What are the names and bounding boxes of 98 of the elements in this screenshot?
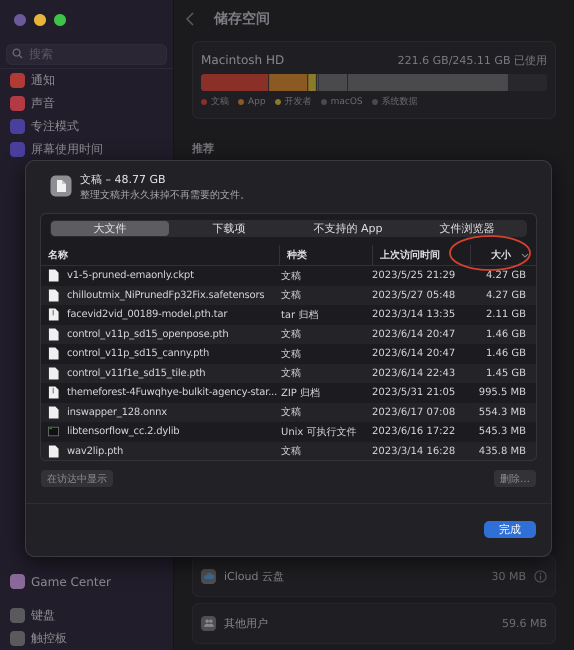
file-size: 545.3 MB — [478, 426, 526, 438]
file-size: 4.27 GB — [486, 270, 526, 282]
access-time: 2023/3/14 16:28 — [372, 446, 456, 457]
minimize-button[interactable] — [34, 14, 46, 26]
legend-label: 文稿 — [211, 96, 229, 108]
file-row[interactable]: control_v11f1e_sd15_tile.pth 文稿 2023/6/14 22:43 1.45 GB — [41, 364, 536, 383]
access-time: 2023/6/16 17:22 — [372, 426, 456, 438]
document-icon — [48, 347, 59, 360]
file-name: control_v11p_sd15_canny.pth — [67, 348, 210, 360]
legend-label: 系统数据 — [382, 96, 418, 108]
category-row[interactable]: iCloud 云盘 30 MB — [192, 555, 556, 597]
sidebar-item[interactable]: 专注模式 — [6, 115, 167, 138]
file-kind: Unix 可执行文件 — [281, 426, 357, 439]
column-header[interactable]: 种类 — [279, 245, 372, 265]
window-title: 储存空间 — [214, 10, 270, 28]
disk-name: Macintosh HD — [201, 53, 284, 68]
column-header[interactable]: 上次访问时间 — [372, 245, 470, 265]
file-size: 4.27 GB — [486, 290, 526, 301]
file-row[interactable]: chilloutmix_NiPrunedFp32Fix.safetensors 文稿 2023/5/27 05:48 4.27 GB — [41, 286, 536, 305]
back-icon[interactable] — [186, 12, 194, 26]
category-label: iCloud 云盘 — [224, 568, 285, 584]
file-kind: ZIP 归档 — [281, 386, 320, 400]
file-name: control_v11f1e_sd15_tile.pth — [67, 368, 206, 379]
file-row[interactable]: control_v11p_sd15_openpose.pth 文稿 2023/6/14 20:47 1.46 GB — [41, 324, 536, 344]
access-time: 2023/5/31 21:05 — [372, 387, 456, 398]
document-icon — [48, 406, 59, 419]
document-icon — [48, 366, 59, 380]
close-button[interactable] — [14, 14, 26, 26]
file-kind: tar 归档 — [281, 308, 318, 322]
access-time: 2023/6/17 07:08 — [372, 406, 456, 418]
sidebar-item[interactable]: 通知 — [6, 69, 167, 92]
column-header[interactable]: 名称 — [41, 245, 279, 265]
file-kind: 文稿 — [281, 270, 301, 283]
file-kind: 文稿 — [281, 328, 301, 342]
file-name: wav2lip.pth — [67, 446, 124, 457]
archive-icon — [48, 386, 59, 400]
legend-label: App — [248, 96, 266, 107]
file-kind: 文稿 — [281, 406, 301, 420]
search-icon — [12, 48, 23, 59]
legend-label: 开发者 — [284, 96, 312, 108]
file-size: 1.45 GB — [486, 368, 526, 379]
category-size: 30 MB — [491, 570, 526, 583]
file-size: 435.8 MB — [478, 446, 526, 457]
file-size: 995.5 MB — [478, 387, 526, 398]
dialog-title: 文稿 – 48.77 GB — [80, 172, 167, 187]
document-icon — [50, 175, 72, 197]
file-size: 1.46 GB — [486, 328, 526, 340]
section-heading: 推荐 — [192, 141, 215, 156]
chevron-icon — [521, 252, 529, 258]
file-kind: 文稿 — [281, 288, 301, 302]
usage-text: 221.6 GB/245.11 GB 已使用 — [398, 53, 547, 68]
access-time: 2023/5/27 05:48 — [372, 290, 456, 301]
access-time: 2023/5/25 21:29 — [372, 270, 456, 282]
access-time: 2023/6/14 20:47 — [372, 328, 456, 340]
file-kind: 文稿 — [281, 444, 301, 458]
category-row[interactable]: 其他用户 59.6 MB — [192, 602, 556, 644]
tab[interactable]: 不支持的 App — [289, 221, 407, 236]
file-name: chilloutmix_NiPrunedFp32Fix.safetensors — [67, 290, 264, 301]
file-name: v1-5-pruned-emaonly.ckpt — [67, 270, 194, 282]
info-icon[interactable] — [534, 570, 547, 583]
sidebar-item[interactable]: 屏幕使用时间 — [6, 138, 167, 161]
document-icon — [48, 444, 59, 458]
users-icon — [201, 616, 216, 631]
file-name: themeforest-4Fuwqhye-bulkit-agency-star... — [67, 387, 278, 398]
file-size: 1.46 GB — [486, 348, 526, 360]
sidebar-item[interactable]: 声音 — [6, 92, 167, 115]
archive-icon — [48, 308, 59, 322]
legend-label: macOS — [330, 96, 363, 107]
file-row[interactable]: wav2lip.pth 文稿 2023/3/14 16:28 435.8 MB — [41, 442, 536, 460]
document-icon — [48, 269, 59, 282]
access-time: 2023/3/14 13:35 — [372, 309, 456, 320]
file-name: inswapper_128.onnx — [67, 406, 167, 418]
tab[interactable]: 大文件 — [51, 221, 169, 236]
done-button[interactable]: 完成 — [484, 521, 536, 538]
category-size: 59.6 MB — [502, 616, 547, 630]
terminal-icon — [48, 425, 59, 438]
sidebar-item[interactable]: Game Center — [6, 570, 167, 593]
tab[interactable]: 文件浏览器 — [408, 221, 526, 236]
category-label: 其他用户 — [224, 616, 269, 631]
file-kind: 文稿 — [281, 348, 301, 361]
sidebar-item[interactable]: 键盘 — [6, 604, 167, 627]
file-name: control_v11p_sd15_openpose.pth — [67, 328, 229, 340]
file-row[interactable]: inswapper_128.onnx 文稿 2023/6/17 07:08 554.3 MB — [41, 402, 536, 422]
dialog-subtitle: 整理文稿并永久抹掉不再需要的文件。 — [80, 188, 250, 202]
file-name: facevid2vid_00189-model.pth.tar — [67, 309, 228, 320]
tab[interactable]: 下载项 — [170, 221, 288, 236]
cloud-icon — [201, 568, 216, 584]
file-size: 2.11 GB — [486, 309, 526, 320]
file-size: 554.3 MB — [478, 406, 526, 418]
column-header[interactable]: 大小 — [470, 245, 536, 265]
zoom-button[interactable] — [54, 14, 66, 26]
document-icon — [48, 288, 59, 302]
document-icon — [48, 328, 59, 341]
file-name: libtensorflow_cc.2.dylib — [67, 426, 180, 438]
access-time: 2023/6/14 22:43 — [372, 368, 456, 379]
access-time: 2023/6/14 20:47 — [372, 348, 456, 360]
file-kind: 文稿 — [281, 366, 301, 380]
sidebar-item[interactable]: 触控板 — [6, 627, 167, 650]
